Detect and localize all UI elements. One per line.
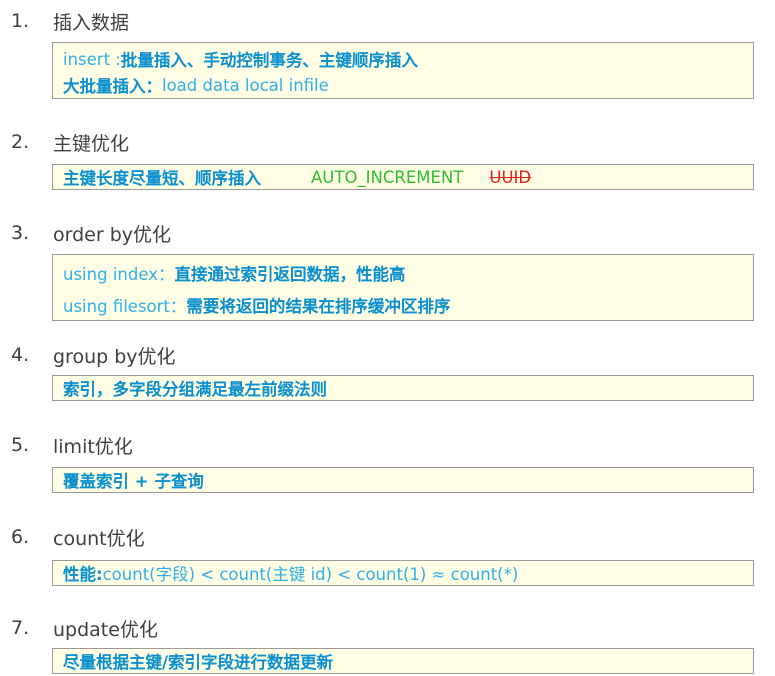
note-box: 主键长度尽量短、顺序插入 AUTO_INCREMENT UUID	[52, 164, 754, 190]
note-box: 覆盖索引 + 子查询	[52, 467, 754, 493]
note-text: 尽量根据主键/索引字段进行数据更新	[63, 653, 334, 672]
section-heading: 5. limit优化	[11, 430, 133, 460]
note-box: 尽量根据主键/索引字段进行数据更新	[52, 648, 754, 674]
section-number: 6.	[11, 526, 30, 548]
section-number: 3.	[11, 222, 30, 244]
section-title: limit优化	[53, 435, 133, 458]
note-text: 直接通过索引返回数据，性能高	[174, 265, 406, 284]
section-title: update优化	[53, 618, 158, 641]
note-line: 索引，多字段分组满足最左前缀法则	[63, 376, 327, 400]
section-number: 5.	[11, 434, 30, 456]
section-number: 7.	[11, 617, 30, 639]
section-heading: 7. update优化	[11, 613, 158, 643]
section-heading: 1. 插入数据	[11, 6, 129, 36]
note-label: insert :	[63, 49, 121, 69]
note-line: using filesort： 需要将返回的结果在排序缓冲区排序	[63, 293, 450, 317]
note-box: 性能: count(字段) < count(主键 id) < count(1) …	[52, 560, 754, 586]
note-text: 覆盖索引 + 子查询	[63, 472, 204, 491]
section-heading: 3. order by优化	[11, 218, 171, 248]
note-line: using index： 直接通过索引返回数据，性能高	[63, 261, 405, 285]
note-label: using filesort：	[63, 297, 187, 316]
section-title: 主键优化	[53, 132, 130, 155]
section-number: 2.	[11, 131, 30, 153]
note-line: 尽量根据主键/索引字段进行数据更新	[63, 649, 333, 673]
section-heading: 6. count优化	[11, 522, 145, 552]
note-box: using index： 直接通过索引返回数据，性能高 using fileso…	[52, 254, 754, 321]
note-text: load data local infile	[162, 75, 329, 95]
note-struck-keyword: UUID	[489, 167, 532, 187]
note-text: 索引，多字段分组满足最左前缀法则	[63, 380, 327, 399]
section-heading: 4. group by优化	[11, 340, 176, 370]
section-heading: 2. 主键优化	[11, 127, 129, 157]
section-title: count优化	[53, 527, 145, 550]
note-line: 覆盖索引 + 子查询	[63, 468, 204, 492]
section-number: 1.	[11, 10, 30, 32]
note-box: 索引，多字段分组满足最左前缀法则	[52, 375, 754, 401]
note-label: 性能:	[63, 565, 103, 584]
section-title: 插入数据	[53, 11, 130, 34]
note-text: 需要将返回的结果在排序缓冲区排序	[186, 297, 451, 316]
note-label: using index：	[63, 265, 175, 284]
note-line: 大批量插入： load data local infile	[63, 73, 329, 97]
note-text: 批量插入、手动控制事务、主键顺序插入	[120, 51, 418, 70]
note-box: insert : 批量插入、手动控制事务、主键顺序插入 大批量插入： load …	[52, 42, 754, 99]
note-text: count(字段) < count(主键 id) < count(1) ≈ co…	[102, 565, 519, 584]
section-number: 4.	[11, 344, 30, 366]
section-title: order by优化	[53, 223, 172, 246]
note-line: 主键长度尽量短、顺序插入 AUTO_INCREMENT UUID	[63, 165, 531, 189]
note-line: insert : 批量插入、手动控制事务、主键顺序插入	[63, 47, 418, 71]
note-label: 大批量插入：	[63, 77, 162, 96]
note-keyword: AUTO_INCREMENT	[311, 167, 464, 187]
note-text: 主键长度尽量短、顺序插入	[63, 169, 261, 188]
note-line: 性能: count(字段) < count(主键 id) < count(1) …	[63, 561, 518, 585]
section-title: group by优化	[53, 345, 176, 368]
